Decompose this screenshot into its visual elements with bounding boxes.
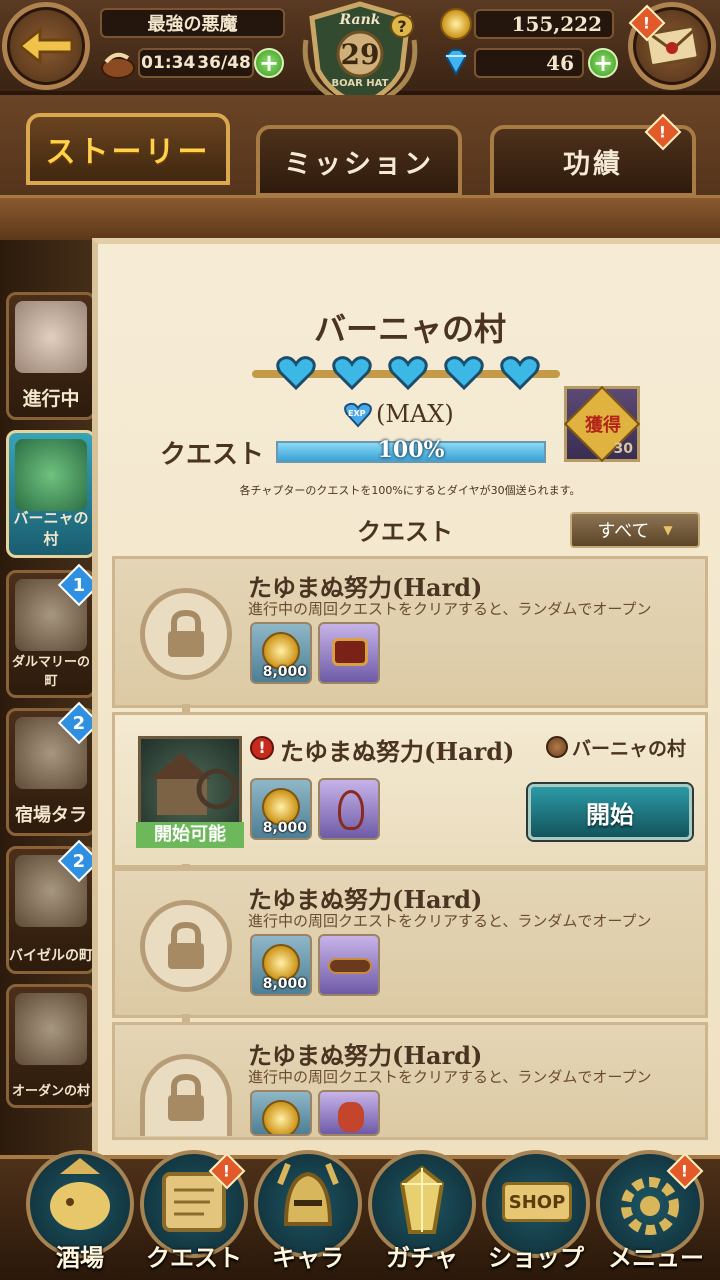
nav-gacha-label: ガチャ (386, 1244, 458, 1272)
lock-icon (140, 588, 232, 680)
stamina-value: 36/48 (197, 53, 251, 73)
gold-reward-item[interactable]: 8,000 (250, 622, 312, 684)
quest-section-heading: クエスト (357, 518, 453, 546)
top-bar: 最強の悪魔 01:34 36/48 + Rank 29 BOAR HAT ? 1… (0, 0, 720, 107)
reward-count: 30 (613, 441, 633, 457)
quest-title: たゆまぬ努力(Hard) (280, 737, 515, 766)
nav-shop-label: ショップ (488, 1244, 584, 1272)
reward-quantity: 8,000 (262, 976, 307, 992)
affinity-heart-icon (276, 356, 316, 391)
stamina-display: 01:34 36/48 (138, 48, 254, 78)
completion-reward[interactable]: 獲得 30 (563, 385, 641, 463)
player-name: 最強の悪魔 (100, 8, 285, 38)
nav-quest-label: クエスト (146, 1244, 242, 1272)
earrings-icon (338, 1102, 364, 1132)
windmill-thumbnail-icon (15, 993, 87, 1065)
back-button[interactable] (2, 2, 90, 90)
stamina-icon (96, 48, 136, 82)
rank-value: 29 (340, 38, 380, 71)
affinity-heart-icon (388, 356, 428, 391)
quest-progress-text: 100% (377, 437, 445, 463)
equipment-reward-item[interactable] (318, 1090, 380, 1136)
completion-note: 各チャプターのクエストを100%にするとダイヤが30個送られます。 (239, 484, 581, 497)
start-quest-button[interactable]: 開始 (528, 784, 692, 840)
necklace-icon (338, 790, 364, 830)
gold-coin-icon (262, 1100, 300, 1134)
gold-coin-icon (440, 8, 472, 40)
affinity-heart-icon (444, 356, 484, 391)
watermill-house-icon (151, 753, 238, 815)
collar-icon (328, 958, 372, 974)
quest-unlock-hint: 進行中の周回クエストをクリアすると、ランダムでオープン (248, 912, 652, 930)
rank-help-icon[interactable]: ? (390, 14, 414, 38)
quest-progress-label: クエスト (160, 440, 265, 470)
exp-heart-icon: EXP (344, 402, 372, 430)
gold-amount: 155,222 (474, 9, 614, 39)
rank-emblem-text: BOAR HAT (331, 78, 389, 89)
reward-quantity: 8,000 (262, 820, 307, 836)
reward-obtained-label: 獲得 (585, 415, 621, 436)
equipment-reward-item[interactable] (318, 934, 380, 996)
sidebar-item-ordan[interactable]: オーダンの村 (6, 984, 96, 1108)
diamond-amount: 46 (474, 48, 584, 78)
sidebar-item-in-progress[interactable]: 進行中 (6, 292, 96, 420)
equipment-reward-item[interactable] (318, 778, 380, 840)
gold-reward-item[interactable]: 8,000 (250, 934, 312, 996)
quest-filter-value: すべて (597, 521, 650, 542)
affinity-hearts (276, 356, 540, 392)
chapter-title: バーニャの村 (313, 310, 506, 348)
nav-tavern-label: 酒場 (56, 1244, 104, 1272)
stamina-timer: 01:34 (141, 53, 196, 73)
location-icon (546, 736, 568, 758)
affinity-heart-icon (332, 356, 372, 391)
bracer-icon (332, 638, 368, 666)
shop-sign-icon: SHOP (502, 1182, 572, 1222)
rank-emblem[interactable]: Rank 29 BOAR HAT ? (298, 0, 422, 108)
add-diamond-button[interactable]: + (588, 48, 618, 78)
new-quest-alert-icon: ! (250, 736, 274, 760)
quest-location: バーニャの村 (572, 738, 687, 760)
add-stamina-button[interactable]: + (254, 48, 284, 78)
village-thumbnail-icon (15, 439, 87, 511)
lock-icon (140, 1054, 232, 1136)
max-label: (MAX) (376, 400, 454, 428)
available-status-label: 開始可能 (136, 822, 244, 848)
quest-unlock-hint: 進行中の周回クエストをクリアすると、ランダムでオープン (248, 600, 652, 618)
sidebar-item-label: バーニャの村 (13, 509, 89, 548)
tab-mission[interactable]: ミッション (256, 125, 462, 197)
nav-character-label: キャラ (272, 1244, 344, 1272)
lock-icon (140, 900, 232, 992)
gold-reward-item[interactable]: 8,000 (250, 778, 312, 840)
sidebar-item-vanya[interactable]: バーニャの村 (6, 430, 96, 558)
sidebar-item-label: 進行中 (22, 388, 80, 410)
affinity-heart-icon (500, 356, 540, 391)
chevron-down-icon: ▼ (663, 523, 673, 537)
sidebar-item-label: バイゼルの町 (9, 948, 93, 964)
nav-menu-label: メニュー (608, 1244, 704, 1272)
diamond-icon (440, 46, 472, 78)
equipment-reward-item[interactable] (318, 622, 380, 684)
sidebar-item-label: オーダンの村 (11, 1084, 90, 1099)
tabs-band: ストーリー ミッション 功績 ! (0, 95, 720, 240)
pig-mascot-icon (15, 301, 87, 373)
quest-unlock-hint: 進行中の周回クエストをクリアすると、ランダムでオープン (248, 1068, 652, 1086)
rank-label: Rank (339, 12, 381, 28)
sidebar-item-label: 宿場タラ (15, 805, 87, 826)
tab-story[interactable]: ストーリー (26, 113, 230, 185)
gold-reward-item[interactable] (250, 1090, 312, 1136)
reward-quantity: 8,000 (262, 664, 307, 680)
sidebar-item-label: ダルマリーの町 (11, 655, 90, 689)
back-arrow-icon (17, 26, 74, 66)
quest-filter-dropdown[interactable]: すべて ▼ (570, 512, 700, 548)
